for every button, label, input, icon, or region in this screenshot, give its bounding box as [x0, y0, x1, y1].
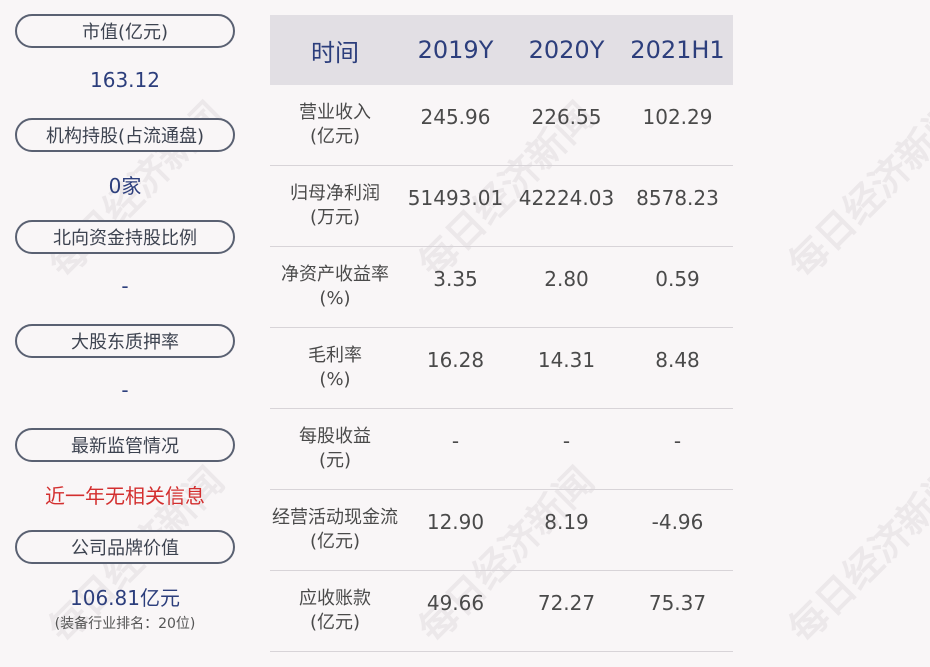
market-cap-label: 市值(亿元) [15, 14, 235, 48]
cell-value: - [562, 429, 571, 453]
header-2020: 2020Y [528, 36, 605, 64]
northbound-holding-label: 北向资金持股比例 [15, 220, 235, 254]
brand-value-rank: (装备行业排名：20位) [54, 616, 196, 632]
table-row: 应收账款 (亿元) 49.66 72.27 75.37 [270, 571, 733, 652]
regulatory-status-value: 近一年无相关信息 [45, 484, 205, 508]
watermark: 每日经济新闻 [780, 93, 930, 287]
financial-table: 时间 2019Y 2020Y 2021H1 营业收入 (亿元) 245.96 22… [270, 15, 733, 652]
cell-value: 8.19 [544, 510, 589, 534]
cell-value: 8578.23 [636, 186, 719, 210]
cell-value: -4.96 [651, 510, 704, 534]
regulatory-status-label: 最新监管情况 [15, 428, 235, 462]
header-period: 时间 [311, 38, 359, 67]
row-label: 归母净利润 (万元) [290, 183, 380, 228]
row-label: 毛利率 (%) [308, 345, 362, 390]
cell-value: 0.59 [655, 267, 700, 291]
row-label: 经营活动现金流 (亿元) [272, 507, 398, 552]
cell-value: 16.28 [426, 348, 485, 372]
row-label: 每股收益 (元) [299, 426, 371, 471]
row-label: 应收账款 (亿元) [299, 588, 371, 633]
cell-value: 226.55 [531, 105, 602, 129]
cell-value: - [673, 429, 682, 453]
watermark: 每日经济新闻 [780, 458, 930, 652]
cell-value: 42224.03 [518, 186, 615, 210]
cell-value: 102.29 [642, 105, 713, 129]
cell-value: 51493.01 [407, 186, 504, 210]
cell-value: - [451, 429, 460, 453]
row-label: 营业收入 (亿元) [299, 102, 371, 147]
cell-value: 49.66 [426, 591, 485, 615]
northbound-holding-value: - [121, 274, 129, 298]
table-row: 归母净利润 (万元) 51493.01 42224.03 8578.23 [270, 166, 733, 247]
cell-value: 14.31 [537, 348, 596, 372]
cell-value: 2.80 [544, 267, 589, 291]
institutional-holding-label: 机构持股(占流通盘) [15, 118, 235, 152]
table-row: 营业收入 (亿元) 245.96 226.55 102.29 [270, 85, 733, 166]
table-row: 经营活动现金流 (亿元) 12.90 8.19 -4.96 [270, 490, 733, 571]
table-row: 毛利率 (%) 16.28 14.31 8.48 [270, 328, 733, 409]
pledge-ratio-label: 大股东质押率 [15, 324, 235, 358]
row-label: 净资产收益率 (%) [281, 264, 389, 309]
header-2019: 2019Y [417, 36, 494, 64]
key-metrics-panel: 市值(亿元) 163.12 机构持股(占流通盘) 0家 北向资金持股比例 - 大… [15, 14, 235, 633]
cell-value: 72.27 [537, 591, 596, 615]
table-row: 净资产收益率 (%) 3.35 2.80 0.59 [270, 247, 733, 328]
market-cap-value: 163.12 [90, 68, 160, 92]
cell-value: 8.48 [655, 348, 700, 372]
header-2021h1: 2021H1 [630, 36, 725, 64]
pledge-ratio-value: - [121, 378, 129, 402]
cell-value: 12.90 [426, 510, 485, 534]
cell-value: 75.37 [648, 591, 707, 615]
brand-value-label: 公司品牌价值 [15, 530, 235, 564]
cell-value: 245.96 [420, 105, 491, 129]
institutional-holding-value: 0家 [108, 174, 142, 198]
brand-value-value: 106.81亿元 [70, 586, 180, 610]
table-header: 时间 2019Y 2020Y 2021H1 [270, 15, 733, 85]
cell-value: 3.35 [433, 267, 478, 291]
table-row: 每股收益 (元) - - - [270, 409, 733, 490]
